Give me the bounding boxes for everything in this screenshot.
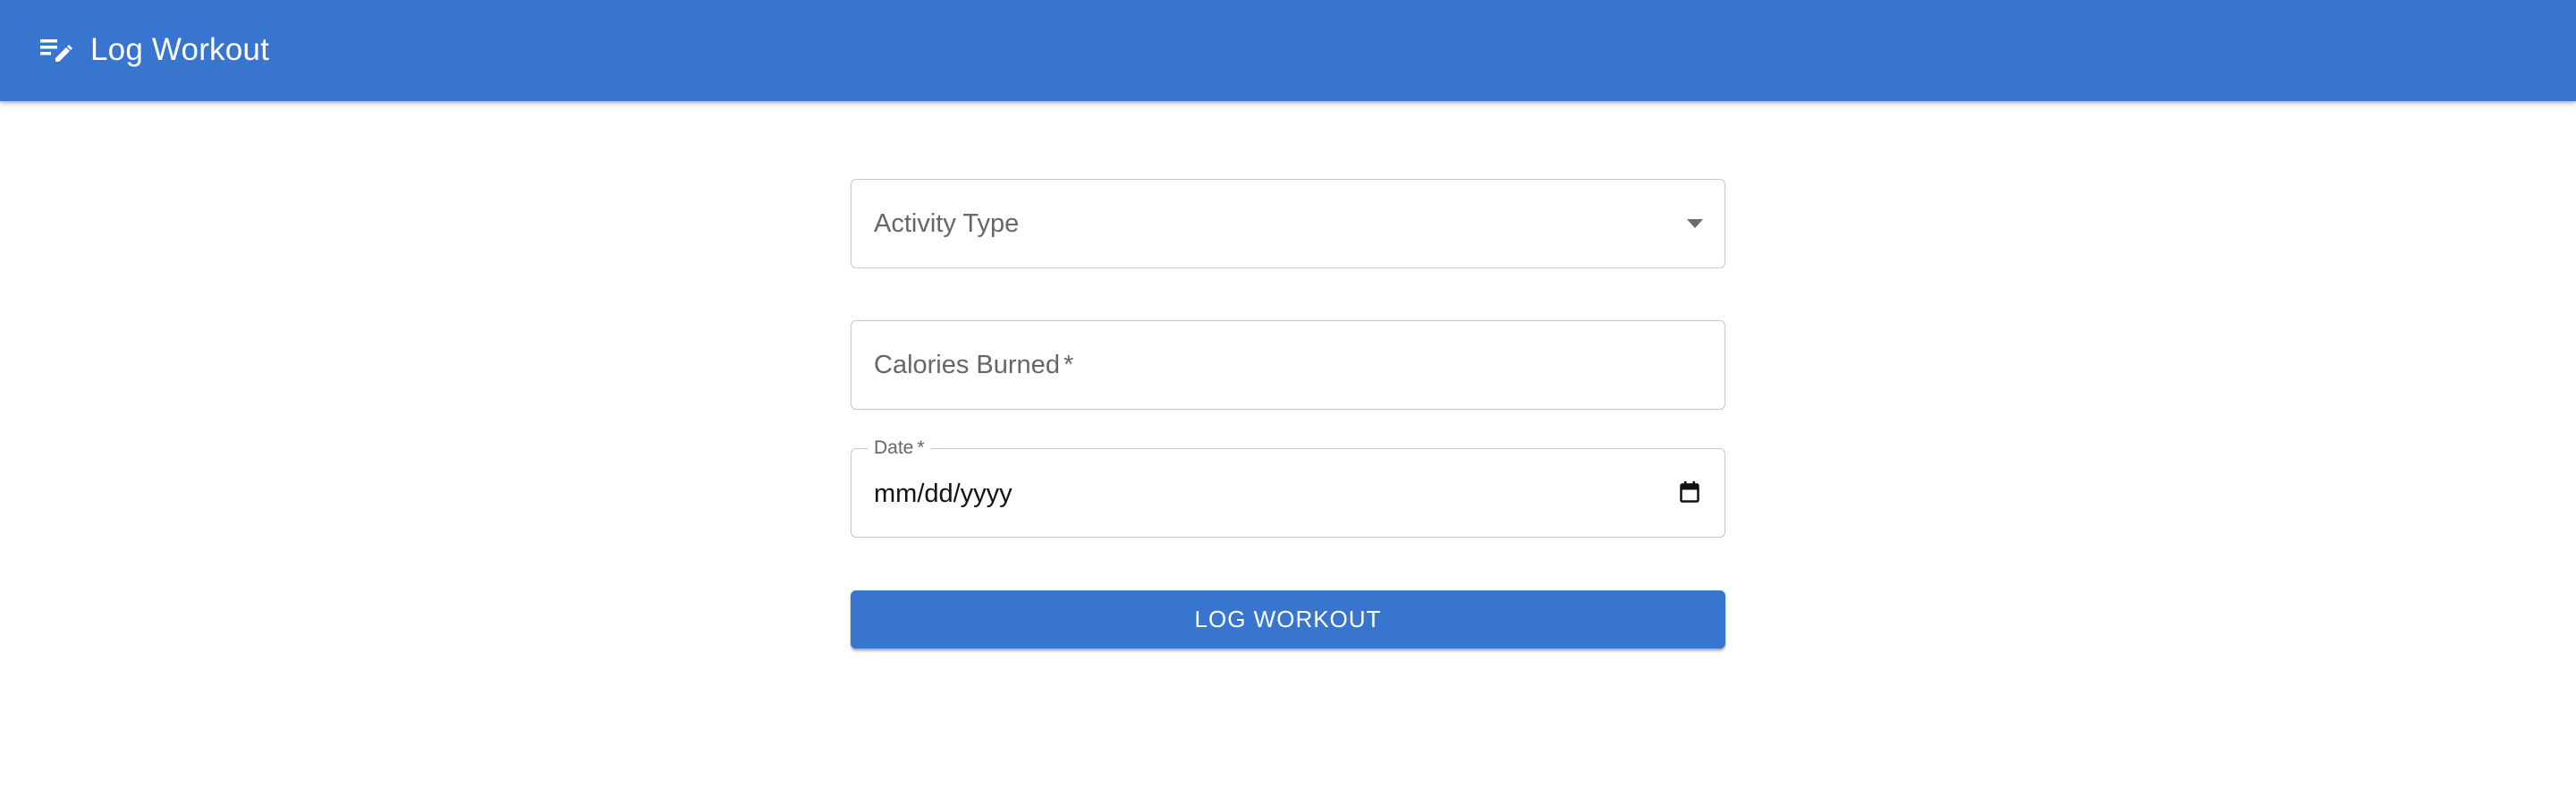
date-value: mm/dd/yyyy: [874, 479, 1013, 508]
calories-burned-label: Calories Burned *: [874, 351, 1074, 379]
app-bar: Log Workout: [0, 0, 2576, 101]
required-mark: *: [1063, 351, 1074, 379]
dropdown-arrow-icon: [1687, 219, 1703, 228]
calories-burned-input[interactable]: Calories Burned *: [851, 320, 1725, 410]
activity-type-label: Activity Type: [874, 209, 1020, 238]
page-title: Log Workout: [90, 32, 269, 67]
edit-list-icon: [40, 38, 72, 64]
required-mark: *: [917, 437, 925, 458]
date-label: Date *: [868, 437, 931, 460]
calendar-icon[interactable]: [1680, 481, 1699, 503]
log-workout-button[interactable]: LOG WORKOUT: [851, 590, 1725, 649]
date-input[interactable]: Date * mm/dd/yyyy: [851, 437, 1725, 538]
activity-type-select[interactable]: Activity Type: [851, 179, 1725, 268]
